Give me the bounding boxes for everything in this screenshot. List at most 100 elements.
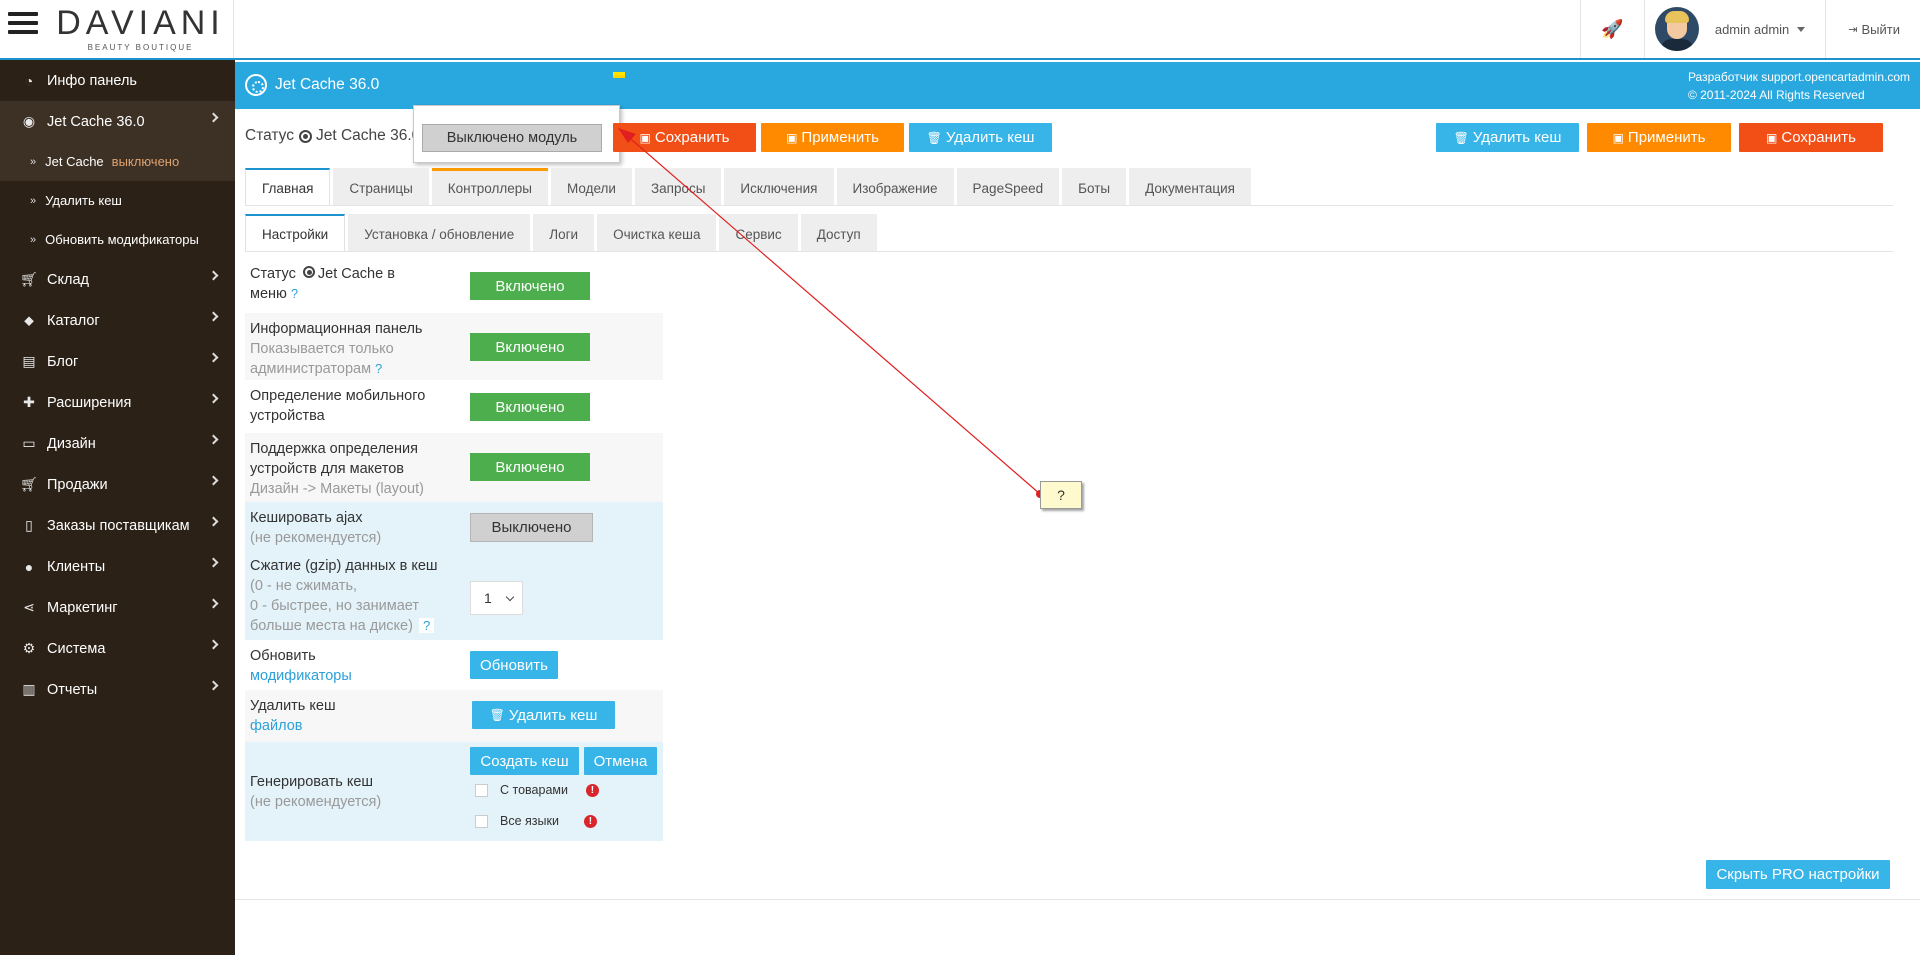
menu-toggle-icon[interactable]: [8, 12, 38, 38]
sidebar-item-customers[interactable]: ● Клиенты: [0, 546, 235, 587]
annotation-note[interactable]: ?: [1040, 481, 1082, 509]
sign-out-icon: ⇥: [1848, 23, 1858, 36]
logout-button[interactable]: ⇥ Выйти: [1825, 0, 1920, 58]
flag-icon: [613, 72, 625, 78]
dashboard-icon: ◔: [24, 72, 34, 89]
mobile-detect-toggle[interactable]: Включено: [470, 393, 590, 421]
tab-bots[interactable]: Боты: [1062, 168, 1127, 206]
floppy-icon: ▣: [1612, 130, 1624, 145]
tab-docs[interactable]: Документация: [1129, 168, 1251, 206]
double-chevron-icon: »: [30, 194, 37, 207]
label-hint: больше места на диске): [250, 618, 413, 634]
tab-models[interactable]: Модели: [551, 168, 632, 206]
sidebar-item-catalog[interactable]: ⬥ Каталог: [0, 300, 235, 341]
all-languages-checkbox[interactable]: [475, 814, 488, 828]
tab-queries[interactable]: Запросы: [634, 168, 722, 206]
sidebar-item-jetcache[interactable]: ◉ Jet Cache 36.0: [0, 101, 235, 142]
tab-service[interactable]: Сервис: [719, 214, 798, 252]
page-title: Jet Cache 36.0: [275, 76, 380, 93]
status-text: выключено: [111, 154, 180, 169]
tab-settings[interactable]: Настройки: [245, 214, 346, 252]
tab-pages[interactable]: Страницы: [333, 168, 429, 206]
sidebar-item-blog[interactable]: ▤ Блог: [0, 341, 235, 382]
logo[interactable]: DAVIANI BEAUTY BOUTIQUE: [48, 0, 234, 58]
info-panel-toggle[interactable]: Включено: [470, 333, 590, 361]
rocket-button[interactable]: 🚀: [1580, 0, 1643, 58]
apply-button-right[interactable]: ▣ Применить: [1587, 123, 1731, 152]
create-cache-button[interactable]: Создать кеш: [470, 747, 579, 775]
sidebar-item-reports[interactable]: ▥ Отчеты: [0, 669, 235, 710]
sidebar-item-warehouse[interactable]: 🛒︎ Склад: [0, 259, 235, 300]
tab-access[interactable]: Доступ: [800, 214, 877, 252]
chevron-right-icon: [208, 680, 219, 691]
save-label: Сохранить: [654, 129, 730, 146]
sidebar-item-label: Jet Cache 36.0: [47, 113, 145, 130]
apply-button[interactable]: ▣ Применить: [761, 123, 904, 152]
gzip-level-select[interactable]: 1: [470, 581, 523, 615]
setting-label: Информационная панель Показывается тольк…: [250, 319, 450, 379]
tab-controllers[interactable]: Контроллеры: [431, 168, 548, 206]
tab-main[interactable]: Главная: [245, 168, 331, 206]
setting-label: Кешировать ajax (не рекомендуется): [250, 508, 450, 548]
tab-cache-cleanup[interactable]: Очистка кеша: [597, 214, 717, 252]
save-button-right[interactable]: ▣ Сохранить: [1739, 123, 1883, 152]
tab-logs[interactable]: Логи: [533, 214, 595, 252]
dot-circle-icon: [299, 129, 312, 143]
sidebar-item-supplier-orders[interactable]: ▯ Заказы поставщикам: [0, 505, 235, 546]
modifiers-link[interactable]: модификаторы: [250, 668, 352, 684]
sidebar-subitem-delete-cache[interactable]: » Удалить кеш: [0, 181, 235, 220]
trash-icon: 🗑︎: [926, 130, 942, 145]
help-icon[interactable]: ?: [418, 618, 435, 633]
sidebar-item-dashboard[interactable]: ◔ Инфо панель: [0, 60, 235, 101]
delete-cache-button-right[interactable]: 🗑︎ Удалить кеш: [1436, 123, 1579, 152]
status-module-name: Jet Cache 36.0: [316, 127, 421, 144]
sidebar-item-design[interactable]: ▭ Дизайн: [0, 423, 235, 464]
setting-label: Обновить модификаторы: [250, 646, 450, 686]
delete-cache-button[interactable]: 🗑︎ Удалить кеш: [909, 123, 1052, 152]
ajax-cache-toggle[interactable]: Выключено: [470, 513, 593, 542]
sidebar-item-sales[interactable]: 🛒︎ Продажи: [0, 464, 235, 505]
tab-image[interactable]: Изображение: [836, 168, 954, 206]
sidebar-item-system[interactable]: ⚙ Система: [0, 628, 235, 669]
sidebar-item-label: Заказы поставщикам: [47, 517, 190, 534]
sidebar-subitem-jetcache[interactable]: » Jet Cache выключено: [0, 142, 235, 181]
tab-install-update[interactable]: Установка / обновление: [348, 214, 531, 252]
files-link[interactable]: файлов: [250, 718, 303, 734]
chevron-right-icon: [208, 516, 219, 527]
layout-devices-toggle[interactable]: Включено: [470, 453, 590, 481]
setting-label: Определение мобильного устройства: [250, 386, 450, 426]
sidebar-subitem-label: Обновить модификаторы: [45, 232, 199, 247]
delete-files-cache-button[interactable]: 🗑︎ Удалить кеш: [472, 701, 615, 729]
dot-circle-icon: ◉: [22, 113, 36, 129]
tab-pagespeed[interactable]: PageSpeed: [956, 168, 1060, 206]
help-icon[interactable]: ?: [291, 286, 298, 301]
sidebar-item-label: Дизайн: [47, 435, 96, 452]
tab-exceptions[interactable]: Исключения: [724, 168, 834, 206]
save-button[interactable]: ▣ Сохранить: [613, 123, 756, 152]
sub-tabs: Настройки Установка / обновление Логи Оч…: [245, 214, 880, 252]
module-toggle-button[interactable]: Выключено модуль: [422, 124, 602, 152]
setting-label: Удалить кеш файлов: [250, 696, 450, 736]
setting-row-mobile-detect: Определение мобильного устройства: [245, 380, 663, 433]
hide-pro-settings-button[interactable]: Скрыть PRO настройки: [1706, 860, 1890, 889]
label-hint: 0 - быстрее, но занимает: [250, 598, 419, 614]
jetcache-logo-icon: [245, 74, 267, 96]
gear-icon: ⚙: [22, 640, 36, 656]
logo-subtitle: BEAUTY BOUTIQUE: [87, 43, 194, 52]
sidebar-item-marketing[interactable]: ⋖ Маркетинг: [0, 587, 235, 628]
help-icon[interactable]: ?: [375, 361, 382, 376]
label-text: устройств для макетов: [250, 461, 404, 477]
menu-status-toggle[interactable]: Включено: [470, 272, 590, 300]
user-menu[interactable]: admin admin: [1643, 0, 1825, 58]
sidebar-subitem-refresh-modifiers[interactable]: » Обновить модификаторы: [0, 220, 235, 259]
setting-label: Поддержка определения устройств для маке…: [250, 439, 450, 499]
update-modifiers-button[interactable]: Обновить: [470, 651, 558, 679]
sidebar-item-extensions[interactable]: ✚ Расширения: [0, 382, 235, 423]
chevron-right-icon: [208, 270, 219, 281]
subtabs-divider: [245, 251, 1893, 252]
with-products-checkbox[interactable]: [475, 783, 488, 797]
cancel-button[interactable]: Отмена: [584, 747, 657, 775]
dot-circle-icon: [302, 266, 315, 278]
sidebar-item-label: Система: [47, 640, 106, 657]
save-label: Сохранить: [1781, 129, 1856, 146]
